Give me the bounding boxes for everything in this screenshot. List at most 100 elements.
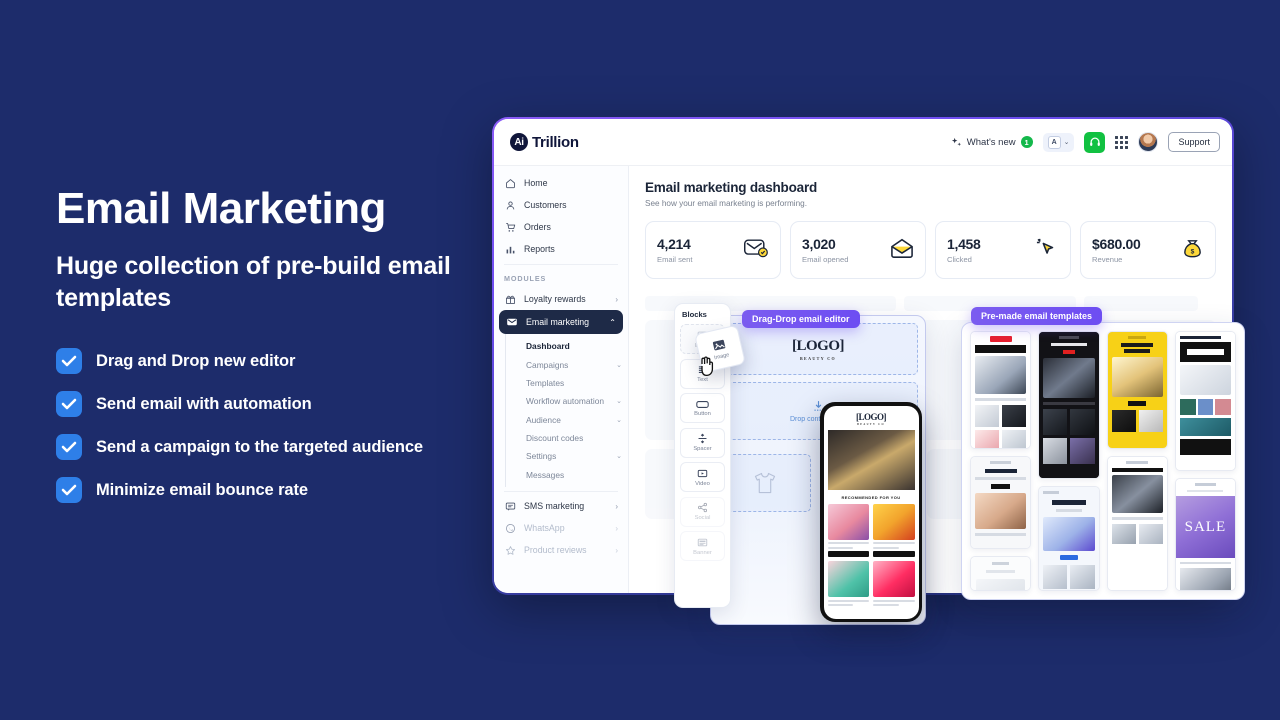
- stat-card-email-sent[interactable]: 4,214 Email sent: [645, 221, 781, 279]
- list-item: Minimize email bounce rate: [56, 477, 476, 504]
- submenu-item-dashboard[interactable]: Dashboard: [520, 337, 628, 355]
- stats-row: 4,214 Email sent 3,020 Email opened 1,45…: [645, 221, 1216, 279]
- sidebar-item-label: SMS marketing: [524, 501, 585, 511]
- template-thumbnail[interactable]: [970, 456, 1032, 549]
- chevron-down-icon: ⌄: [616, 416, 622, 424]
- stat-card-email-opened[interactable]: 3,020 Email opened: [790, 221, 926, 279]
- template-thumbnail[interactable]: [1174, 331, 1236, 471]
- feature-label: Drag and Drop new editor: [96, 351, 296, 370]
- page-title: Email Marketing: [56, 184, 386, 233]
- submenu-item-templates[interactable]: Templates: [520, 374, 628, 392]
- sparkle-icon: [951, 137, 961, 146]
- product-image: [873, 503, 915, 540]
- sidebar-item-product-reviews[interactable]: Product reviews ›: [494, 539, 628, 561]
- canvas-logo-zone[interactable]: [LOGO] BEAUTY CO: [718, 323, 918, 375]
- sidebar-item-label: Reports: [524, 244, 555, 254]
- dashboard-subtitle: See how your email marketing is performi…: [645, 199, 807, 208]
- click-cursor-icon: [1035, 237, 1059, 264]
- sidebar-item-email-marketing[interactable]: Email marketing ⌃: [499, 310, 623, 334]
- template-thumbnail[interactable]: [1106, 331, 1168, 449]
- badge-premade-templates: Pre-made email templates: [971, 307, 1103, 325]
- block-label: Button: [694, 410, 711, 417]
- sidebar-item-customers[interactable]: Customers: [494, 194, 628, 216]
- submenu-item-label: Workflow automation: [526, 396, 605, 407]
- submenu-item-label: Settings: [526, 451, 557, 462]
- stat-label: Clicked: [947, 255, 972, 264]
- button-icon: [696, 400, 709, 408]
- submenu-item-label: Dashboard: [526, 341, 570, 352]
- whats-new-button[interactable]: What's new 1: [951, 136, 1033, 148]
- blocks-title: Blocks: [682, 310, 707, 319]
- grab-hand-cursor-icon: [701, 356, 714, 377]
- sidebar-item-label: Home: [524, 178, 548, 188]
- support-button[interactable]: Support: [1168, 132, 1220, 152]
- block-banner[interactable]: Banner: [680, 531, 725, 561]
- sidebar-item-loyalty-rewards[interactable]: Loyalty rewards ›: [494, 288, 628, 310]
- sidebar-item-label: Product reviews: [524, 545, 587, 555]
- submenu-item-label: Messages: [526, 469, 565, 480]
- stat-card-clicked[interactable]: 1,458 Clicked: [935, 221, 1071, 279]
- phone-logo-sub: BEAUTY CO: [857, 422, 885, 426]
- submenu-item-settings[interactable]: Settings ⌄: [520, 447, 628, 465]
- sidebar-item-sms-marketing[interactable]: SMS marketing ›: [494, 495, 628, 517]
- submenu-item-label: Audience: [526, 414, 561, 425]
- template-thumbnail[interactable]: [970, 331, 1032, 449]
- canvas-logo: [LOGO]: [792, 337, 845, 354]
- submenu-item-messages[interactable]: Messages: [520, 466, 628, 484]
- submenu-item-label: Campaigns: [526, 359, 569, 370]
- feature-label: Send email with automation: [96, 394, 312, 413]
- template-thumbnail[interactable]: SALE: [1174, 478, 1236, 591]
- sidebar-item-orders[interactable]: Orders: [494, 216, 628, 238]
- list-item[interactable]: [873, 503, 915, 557]
- chevron-up-icon: ⌃: [609, 317, 616, 327]
- list-item[interactable]: [827, 561, 869, 606]
- stat-value: 4,214: [657, 236, 691, 252]
- template-thumbnail[interactable]: [970, 556, 1032, 591]
- block-spacer[interactable]: Spacer: [680, 427, 725, 458]
- block-button[interactable]: Button: [680, 393, 725, 423]
- tshirt-icon: [754, 472, 775, 494]
- avatar[interactable]: [1138, 132, 1159, 152]
- support-chat-button[interactable]: [1084, 131, 1106, 153]
- image-icon: [712, 339, 726, 351]
- sidebar-item-home[interactable]: Home: [494, 172, 628, 194]
- product-image: [827, 561, 869, 597]
- list-item: Drag and Drop new editor: [56, 348, 476, 375]
- email-sent-icon: [743, 237, 769, 264]
- chevron-right-icon: ›: [615, 545, 618, 555]
- premade-templates-panel: SALE: [961, 322, 1245, 600]
- template-thumbnail[interactable]: [1106, 456, 1168, 591]
- submenu-item-discount-codes[interactable]: Discount codes: [520, 429, 628, 447]
- language-selector[interactable]: A ⌄: [1042, 132, 1075, 152]
- sidebar-item-whatsapp[interactable]: WhatsApp ›: [494, 517, 628, 539]
- language-icon: A: [1047, 135, 1061, 149]
- chevron-down-icon: ⌄: [1063, 139, 1070, 146]
- submenu-item-audience[interactable]: Audience ⌄: [520, 411, 628, 429]
- app-logo[interactable]: Ai Trillion: [510, 133, 579, 151]
- template-thumbnail[interactable]: [1038, 486, 1100, 591]
- block-label: Banner: [693, 549, 712, 556]
- submenu-item-workflow-automation[interactable]: Workflow automation ⌄: [520, 392, 628, 410]
- template-thumbnail[interactable]: [1038, 331, 1100, 479]
- email-marketing-submenu: Dashboard Campaigns ⌄ Templates Workflow…: [505, 334, 628, 487]
- logo-badge: Ai: [510, 133, 528, 151]
- block-social[interactable]: Social: [680, 496, 725, 527]
- block-label: Text: [697, 377, 708, 383]
- whatsapp-icon: [504, 523, 516, 534]
- banner-icon: [697, 538, 708, 546]
- chevron-down-icon: ⌄: [616, 453, 622, 461]
- block-video[interactable]: Video: [680, 462, 725, 492]
- product-placeholder-zone[interactable]: [718, 454, 811, 512]
- list-item[interactable]: [873, 561, 915, 606]
- stat-card-revenue[interactable]: $680.00 Revenue $: [1080, 221, 1216, 279]
- list-item[interactable]: [827, 503, 869, 557]
- sidebar-item-label: Customers: [524, 200, 567, 210]
- submenu-item-label: Templates: [526, 377, 565, 388]
- stat-label: Revenue: [1092, 255, 1123, 264]
- apps-grid-icon[interactable]: [1115, 135, 1129, 149]
- product-image: [873, 561, 915, 597]
- block-label: Video: [695, 480, 710, 487]
- submenu-item-campaigns[interactable]: Campaigns ⌄: [520, 355, 628, 373]
- logo-text: Trillion: [532, 133, 579, 151]
- sidebar-item-reports[interactable]: Reports: [494, 238, 628, 260]
